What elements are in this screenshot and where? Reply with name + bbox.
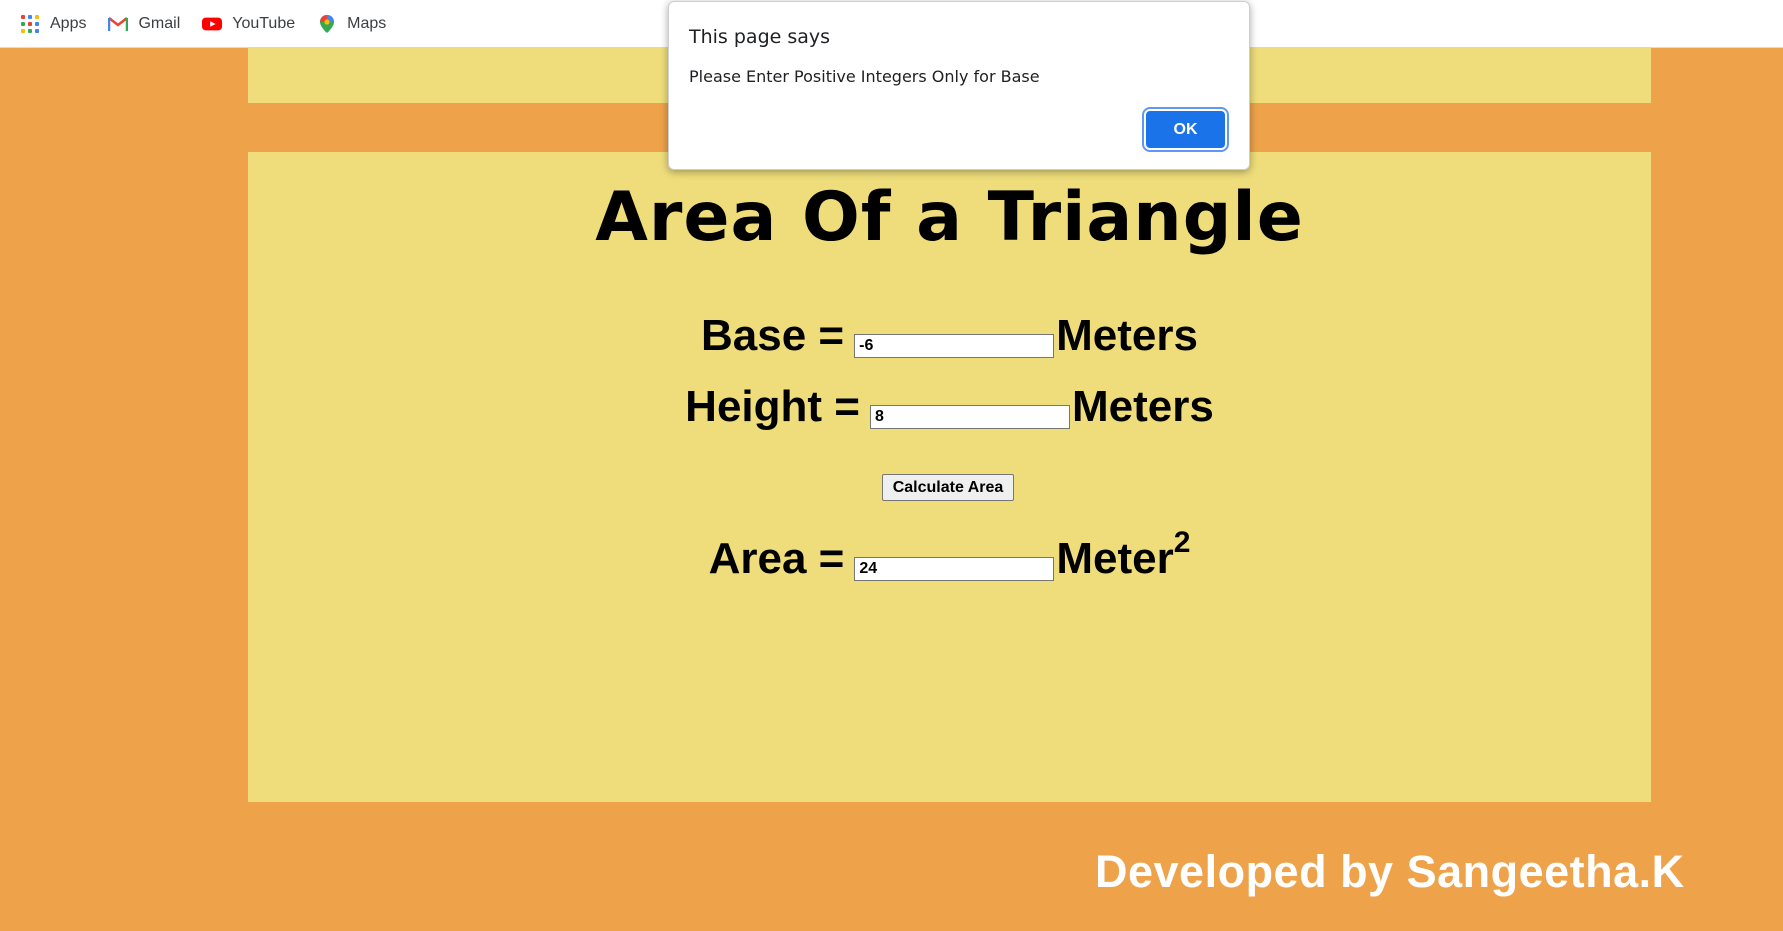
bookmark-label: Apps xyxy=(50,14,87,32)
youtube-icon xyxy=(202,14,223,34)
area-unit-exponent: 2 xyxy=(1173,526,1191,559)
dialog-title: This page says xyxy=(689,26,831,48)
base-row: Base = Meters xyxy=(248,314,1651,358)
bookmark-label: Maps xyxy=(347,14,387,32)
area-unit-text: Meter xyxy=(1056,534,1174,583)
dialog-message: Please Enter Positive Integers Only for … xyxy=(689,67,1040,86)
apps-grid-icon xyxy=(20,14,40,34)
height-unit: Meters xyxy=(1071,382,1214,431)
base-input[interactable] xyxy=(854,334,1055,358)
calculator-panel: Area Of a Triangle Base = Meters Height … xyxy=(248,152,1651,802)
maps-pin-icon xyxy=(317,14,337,34)
base-label: Base = xyxy=(701,311,845,360)
height-input[interactable] xyxy=(869,405,1070,429)
bookmark-apps[interactable]: Apps xyxy=(20,14,86,34)
area-row: Area = Meter2 xyxy=(248,526,1651,583)
page-title: Area Of a Triangle xyxy=(595,178,1304,257)
developer-credit: Developed by Sangeetha.K xyxy=(1095,846,1685,897)
bookmark-label: Gmail xyxy=(138,14,181,32)
area-unit: Meter2 xyxy=(1056,526,1190,583)
height-row: Height = Meters xyxy=(248,385,1651,429)
calculate-area-button[interactable]: Calculate Area xyxy=(882,474,1014,501)
bookmark-label: YouTube xyxy=(232,14,296,32)
bookmark-maps[interactable]: Maps xyxy=(317,14,386,34)
gmail-icon xyxy=(108,14,129,34)
area-label: Area = xyxy=(708,534,845,583)
bookmark-youtube[interactable]: YouTube xyxy=(202,14,295,34)
area-output[interactable] xyxy=(854,557,1055,581)
alert-dialog: This page says Please Enter Positive Int… xyxy=(668,1,1250,170)
height-label: Height = xyxy=(685,382,860,431)
base-unit: Meters xyxy=(1056,311,1198,360)
bookmark-gmail[interactable]: Gmail xyxy=(108,14,180,34)
dialog-ok-button[interactable]: OK xyxy=(1146,111,1225,148)
